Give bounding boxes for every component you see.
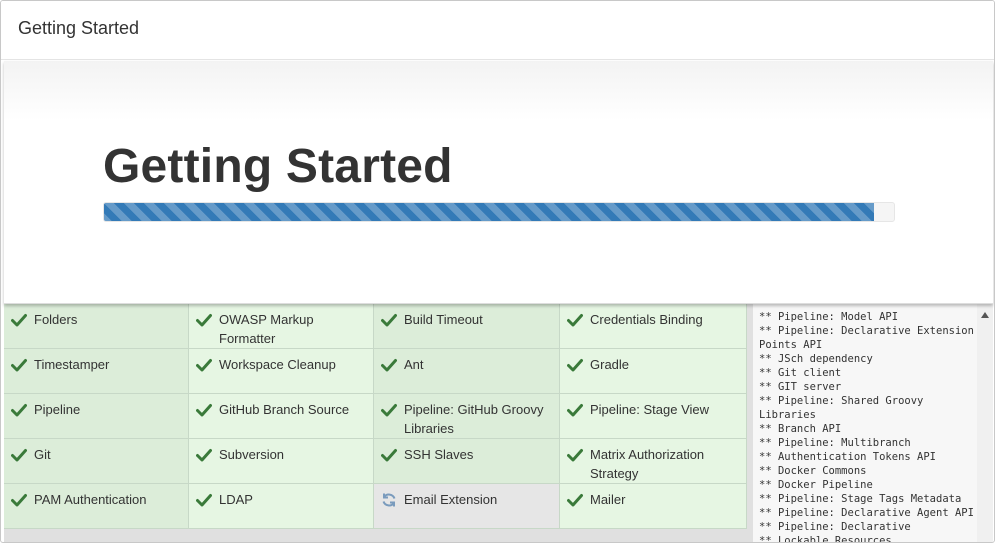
check-icon xyxy=(196,402,212,418)
plugin-name: PAM Authentication xyxy=(34,492,147,507)
scroll-up-arrow-icon[interactable] xyxy=(981,312,989,318)
plugin-item: Git xyxy=(4,439,189,484)
log-line: ** Pipeline: Model API xyxy=(759,311,899,323)
plugin-item: Pipeline xyxy=(4,394,189,439)
check-icon xyxy=(11,312,27,328)
check-icon xyxy=(11,447,27,463)
plugin-name: Git xyxy=(34,447,51,462)
log-line: ** Docker Pipeline xyxy=(759,479,873,491)
log-line: ** Authentication Tokens API xyxy=(759,451,937,463)
plugin-item: Ant xyxy=(374,349,560,394)
plugin-item: Build Timeout xyxy=(374,304,560,349)
plugin-item: Folders xyxy=(4,304,189,349)
plugin-item: SSH Slaves xyxy=(374,439,560,484)
dialog-title: Getting Started xyxy=(18,18,140,38)
plugin-name: Pipeline: Stage View xyxy=(590,402,710,417)
log-line: ** Pipeline: Declarative xyxy=(759,521,911,533)
check-icon xyxy=(11,492,27,508)
log-line: ** Pipeline: Shared Groovy Libraries xyxy=(759,395,930,421)
check-icon xyxy=(567,357,583,373)
log-line: ** Pipeline: Declarative Agent API xyxy=(759,507,974,519)
plugin-name: LDAP xyxy=(219,492,253,507)
log-scrollbar[interactable] xyxy=(977,304,993,542)
plugin-name: GitHub Branch Source xyxy=(219,402,350,417)
log-line: ** JSch dependency xyxy=(759,353,873,365)
plugin-item: Gradle xyxy=(560,349,747,394)
plugin-item: Email Extension xyxy=(374,484,560,529)
plugin-name: Timestamper xyxy=(34,357,110,372)
log-line: ** Pipeline: Declarative Extension Point… xyxy=(759,325,974,351)
log-line: ** Git client xyxy=(759,367,842,379)
check-icon xyxy=(196,312,212,328)
plugin-name: Matrix Authorization Strategy xyxy=(590,447,705,481)
plugin-name: Pipeline: GitHub Groovy Libraries xyxy=(404,402,544,436)
check-icon xyxy=(381,402,397,418)
plugin-name: Pipeline xyxy=(34,402,81,417)
plugin-name: Workspace Cleanup xyxy=(219,357,336,372)
log-line: ** GIT server xyxy=(759,381,842,393)
hero-panel: Getting Started xyxy=(4,61,993,304)
plugin-item: Pipeline: Stage View xyxy=(560,394,747,439)
page-title: Getting Started xyxy=(103,140,453,193)
plugin-name: Gradle xyxy=(590,357,630,372)
plugin-item: LDAP xyxy=(189,484,374,529)
grid-footer xyxy=(4,530,747,542)
install-progress-bar xyxy=(103,202,895,222)
check-icon xyxy=(196,357,212,373)
log-line: ** Pipeline: Multibranch xyxy=(759,437,911,449)
plugin-name: Ant xyxy=(404,357,424,372)
log-line: ** Lockable Resources xyxy=(759,535,892,543)
plugin-item: OWASP Markup Formatter xyxy=(189,304,374,349)
dialog-header: Getting Started xyxy=(1,1,994,60)
plugin-install-area: Folders OWASP Markup Formatter Build Timeo… xyxy=(4,304,993,543)
plugin-item: Credentials Binding xyxy=(560,304,747,349)
check-icon xyxy=(567,492,583,508)
plugin-item: GitHub Branch Source xyxy=(189,394,374,439)
check-icon xyxy=(567,402,583,418)
check-icon xyxy=(11,402,27,418)
check-icon xyxy=(11,357,27,373)
install-log-panel[interactable]: ** Pipeline: Model API ** Pipeline: Decla… xyxy=(752,304,993,543)
refresh-icon xyxy=(381,492,397,508)
plugin-name: OWASP Markup Formatter xyxy=(219,312,314,346)
plugin-name: Email Extension xyxy=(404,492,498,507)
plugin-item: Mailer xyxy=(560,484,747,529)
log-line: ** Pipeline: Stage Tags Metadata xyxy=(759,493,962,505)
plugin-name: Subversion xyxy=(219,447,285,462)
plugin-name: Folders xyxy=(34,312,78,327)
log-line: ** Branch API xyxy=(759,423,842,435)
plugin-grid: Folders OWASP Markup Formatter Build Timeo… xyxy=(4,304,747,530)
progress-fill xyxy=(104,203,875,221)
plugin-name: Mailer xyxy=(590,492,626,507)
check-icon xyxy=(381,312,397,328)
check-icon xyxy=(381,447,397,463)
plugin-item: Subversion xyxy=(189,439,374,484)
plugin-name: SSH Slaves xyxy=(404,447,474,462)
check-icon xyxy=(567,447,583,463)
check-icon xyxy=(381,357,397,373)
log-line: ** Docker Commons xyxy=(759,465,867,477)
plugin-item: PAM Authentication xyxy=(4,484,189,529)
plugin-item: Matrix Authorization Strategy xyxy=(560,439,747,484)
plugin-item: Pipeline: GitHub Groovy Libraries xyxy=(374,394,560,439)
plugin-name: Credentials Binding xyxy=(590,312,703,327)
plugin-item: Timestamper xyxy=(4,349,189,394)
check-icon xyxy=(567,312,583,328)
plugin-item: Workspace Cleanup xyxy=(189,349,374,394)
setup-wizard-dialog: Getting Started Getting Started Folders O… xyxy=(0,0,995,543)
check-icon xyxy=(196,447,212,463)
install-log-text: ** Pipeline: Model API ** Pipeline: Decla… xyxy=(759,310,977,543)
check-icon xyxy=(196,492,212,508)
plugin-name: Build Timeout xyxy=(404,312,483,327)
